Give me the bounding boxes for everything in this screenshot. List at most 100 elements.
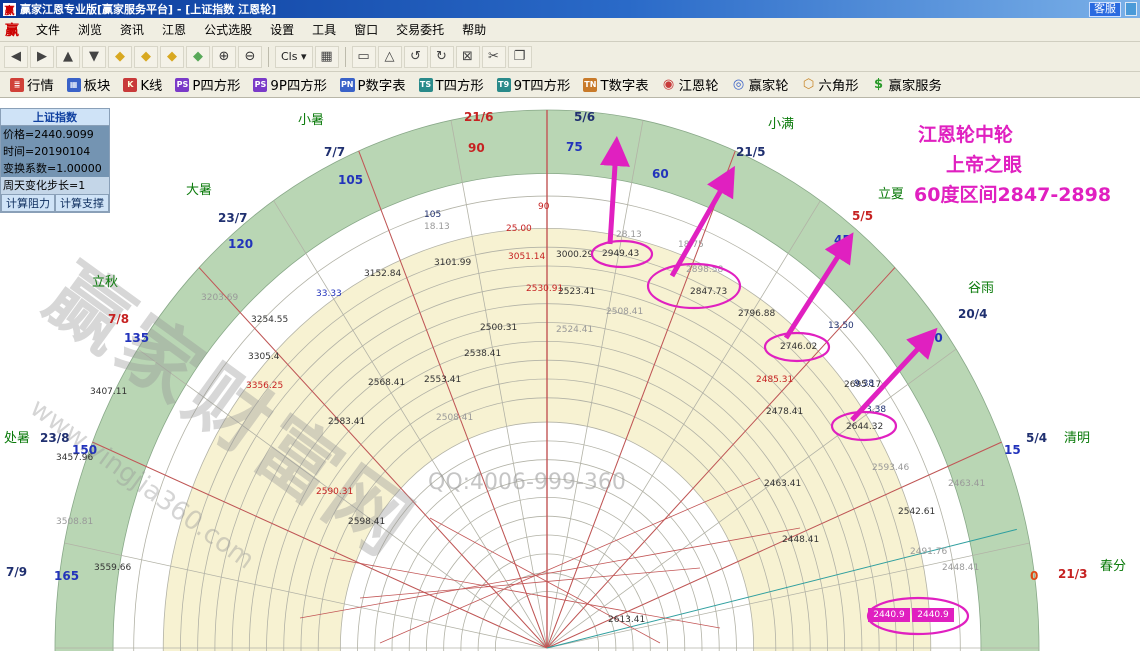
toolbar-separator [268, 46, 269, 67]
wheel-ring-value: 3508.81 [56, 517, 94, 527]
zoom-out-icon[interactable]: ⊖ [238, 45, 262, 68]
wheel-ring-value: 2553.41 [424, 375, 462, 385]
grid-icon[interactable]: ▦ [314, 45, 339, 68]
rotate-left-icon[interactable]: ↺ [403, 45, 428, 68]
wheel-ring-value: 2590.31 [316, 487, 354, 497]
chart-mode-T四方形[interactable]: TS T四方形 [413, 74, 490, 96]
chart-mode-label: 板块 [83, 79, 111, 94]
wheel-outer-label: 5/4 [1026, 431, 1048, 445]
wheel-outer-label: 7/9 [6, 565, 28, 579]
wheel-outer-label: 45 [834, 233, 851, 247]
wheel-outer-label: 30 [926, 331, 943, 345]
menu-item-3[interactable]: 资讯 [111, 18, 153, 41]
wheel-ring-value: 3356.25 [246, 381, 284, 391]
wheel-outer-label: 21/3 [1058, 567, 1088, 581]
chart-mode-9P四方形[interactable]: PS 9P四方形 [247, 74, 333, 96]
menu-item-8[interactable]: 窗口 [345, 18, 387, 41]
toolbar-icons: ◀ ▶ ▲ ▼ ◆ ◆ ◆ ◆ ⊕ ⊖ Cls ▾ ▦ ▭ △ ↺ ↻ ⊠ ✂ ❐ [4, 45, 532, 68]
chart-mode-P数字表[interactable]: PN P数字表 [334, 74, 412, 96]
chart-mode-label: P数字表 [357, 79, 406, 94]
menu-item-5[interactable]: 公式选股 [195, 18, 261, 41]
wheel-ring-value: 2508.41 [606, 307, 644, 317]
wheel-outer-label: 20/4 [958, 307, 988, 321]
rotate-right-icon[interactable]: ↻ [429, 45, 454, 68]
wheel-outer-label: 120 [228, 237, 254, 251]
chart-mode-行情[interactable]: ≣ 行情 [4, 74, 60, 96]
wheel-outer-label: 75 [566, 140, 583, 154]
chart-mode-T数字表[interactable]: TN T数字表 [577, 74, 654, 96]
forward-icon[interactable]: ▶ [30, 45, 54, 68]
menu-item-1[interactable]: 文件 [27, 18, 69, 41]
close-tool-icon[interactable]: ⊠ [455, 45, 480, 68]
customer-service-button[interactable]: 客服 [1089, 1, 1121, 17]
wheel-outer-label: 春分 [1100, 559, 1127, 574]
menu-item-10[interactable]: 帮助 [453, 18, 495, 41]
chart-mode-江恩轮[interactable]: ◉ 江恩轮 [656, 74, 725, 96]
menu-item-9[interactable]: 交易委托 [387, 18, 453, 41]
diamond-icon-1[interactable]: ◆ [108, 45, 132, 68]
cut-icon[interactable]: ✂ [481, 45, 506, 68]
chart-mode-赢家服务[interactable]: $ 赢家服务 [866, 74, 948, 96]
wheel-ring-value: 2478.41 [766, 407, 804, 417]
cls-button[interactable]: Cls ▾ [275, 45, 313, 68]
chart-mode-9T四方形[interactable]: T9 9T四方形 [491, 74, 577, 96]
triangle-tool-icon[interactable]: △ [377, 45, 402, 68]
wheel-ring-value: 2847.73 [690, 287, 728, 297]
wheel-ring-value: 105 [424, 210, 442, 220]
wheel-ring-value: 25.00 [506, 224, 532, 234]
info-rows: 价格=2440.9099 时间=20190104 变换系数=1.00000 周天变化步… [1, 126, 109, 194]
wheel-ring-value: 2508.41 [436, 413, 474, 423]
wheel-ring-value: 3559.66 [94, 563, 132, 573]
wheel-ring-value: 2898.58 [686, 265, 724, 275]
chart-mode-板块[interactable]: ▦ 板块 [61, 74, 117, 96]
P四方形-icon: PS [175, 77, 190, 92]
chart-mode-赢家轮[interactable]: ◎ 赢家轮 [726, 74, 795, 96]
annotation-text: 上帝之眼 [946, 154, 1023, 176]
wheel-ring-value: 2593.46 [872, 463, 910, 473]
menu-item-7[interactable]: 工具 [303, 18, 345, 41]
wheel-ring-value: 2746.02 [780, 342, 818, 352]
wheel-ring-value: 2485.31 [756, 375, 794, 385]
diamond-icon-3[interactable]: ◆ [160, 45, 184, 68]
info-button-2[interactable]: 计算支撑 [55, 194, 109, 212]
wheel-ring-value: 13.50 [828, 321, 854, 331]
back-icon[interactable]: ◀ [4, 45, 28, 68]
chart-mode-K线[interactable]: K K线 [117, 74, 168, 96]
wheel-ring-value: 2463.41 [764, 479, 802, 489]
info-button-1[interactable]: 计算阻力 [1, 194, 55, 212]
wheel-ring-value: 18.13 [424, 222, 450, 232]
annotation-text: 江恩轮中轮 [918, 124, 1014, 146]
zoom-in-icon[interactable]: ⊕ [212, 45, 236, 68]
chart-mode-label: 赢家服务 [888, 79, 942, 94]
wheel-ring-value: 18.75 [678, 240, 704, 250]
chart-mode-toolbar: ≣ 行情 ▦ 板块 K K线 PS P四方形 PS 9P四方形 PN P数字表 TS T四方形 T9 9T四方… [0, 72, 1140, 98]
info-row-3: 变换系数=1.00000 [1, 160, 109, 177]
wheel-outer-label: 5/5 [852, 209, 874, 223]
diamond-icon-2[interactable]: ◆ [134, 45, 158, 68]
wheel-outer-label: 165 [54, 569, 80, 583]
chart-mode-label: 六角形 [818, 79, 859, 94]
chart-mode-P四方形[interactable]: PS P四方形 [169, 74, 246, 96]
diamond-icon-4[interactable]: ◆ [186, 45, 210, 68]
info-row-4: 周天变化步长=1 [1, 177, 109, 194]
menu-item-4[interactable]: 江恩 [153, 18, 195, 41]
wheel-outer-label: 0 [1030, 569, 1039, 583]
wheel-ring-value: 3457.96 [56, 453, 94, 463]
行情-icon: ≣ [10, 77, 24, 92]
pointer-icon[interactable]: ▲ [56, 45, 80, 68]
wheel-ring-value: 2644.32 [846, 422, 884, 432]
window-title: 赢家江恩专业版[赢家服务平台] - [上证指数 江恩轮] [20, 3, 277, 16]
menu-item-2[interactable]: 浏览 [69, 18, 111, 41]
wheel-ring-value: 28.13 [616, 230, 642, 240]
rect-tool-icon[interactable]: ▭ [351, 45, 376, 68]
filter-icon[interactable]: ▼ [82, 45, 106, 68]
gann-wheel-chart[interactable]: 赢家财富网 www.yingjia360.com QQ:4006-999-360… [0, 98, 1140, 651]
menu-item-6[interactable]: 设置 [261, 18, 303, 41]
chart-mode-label: T四方形 [435, 79, 484, 94]
comment-icon[interactable]: ❐ [507, 45, 532, 68]
chart-mode-六角形[interactable]: ⬡ 六角形 [796, 74, 865, 96]
wheel-ring-value: 2796.88 [738, 309, 776, 319]
wheel-ring-value: 2491.76 [910, 547, 948, 557]
wheel-outer-label: 清明 [1064, 431, 1091, 446]
wheel-outer-label: 7/8 [108, 312, 130, 326]
